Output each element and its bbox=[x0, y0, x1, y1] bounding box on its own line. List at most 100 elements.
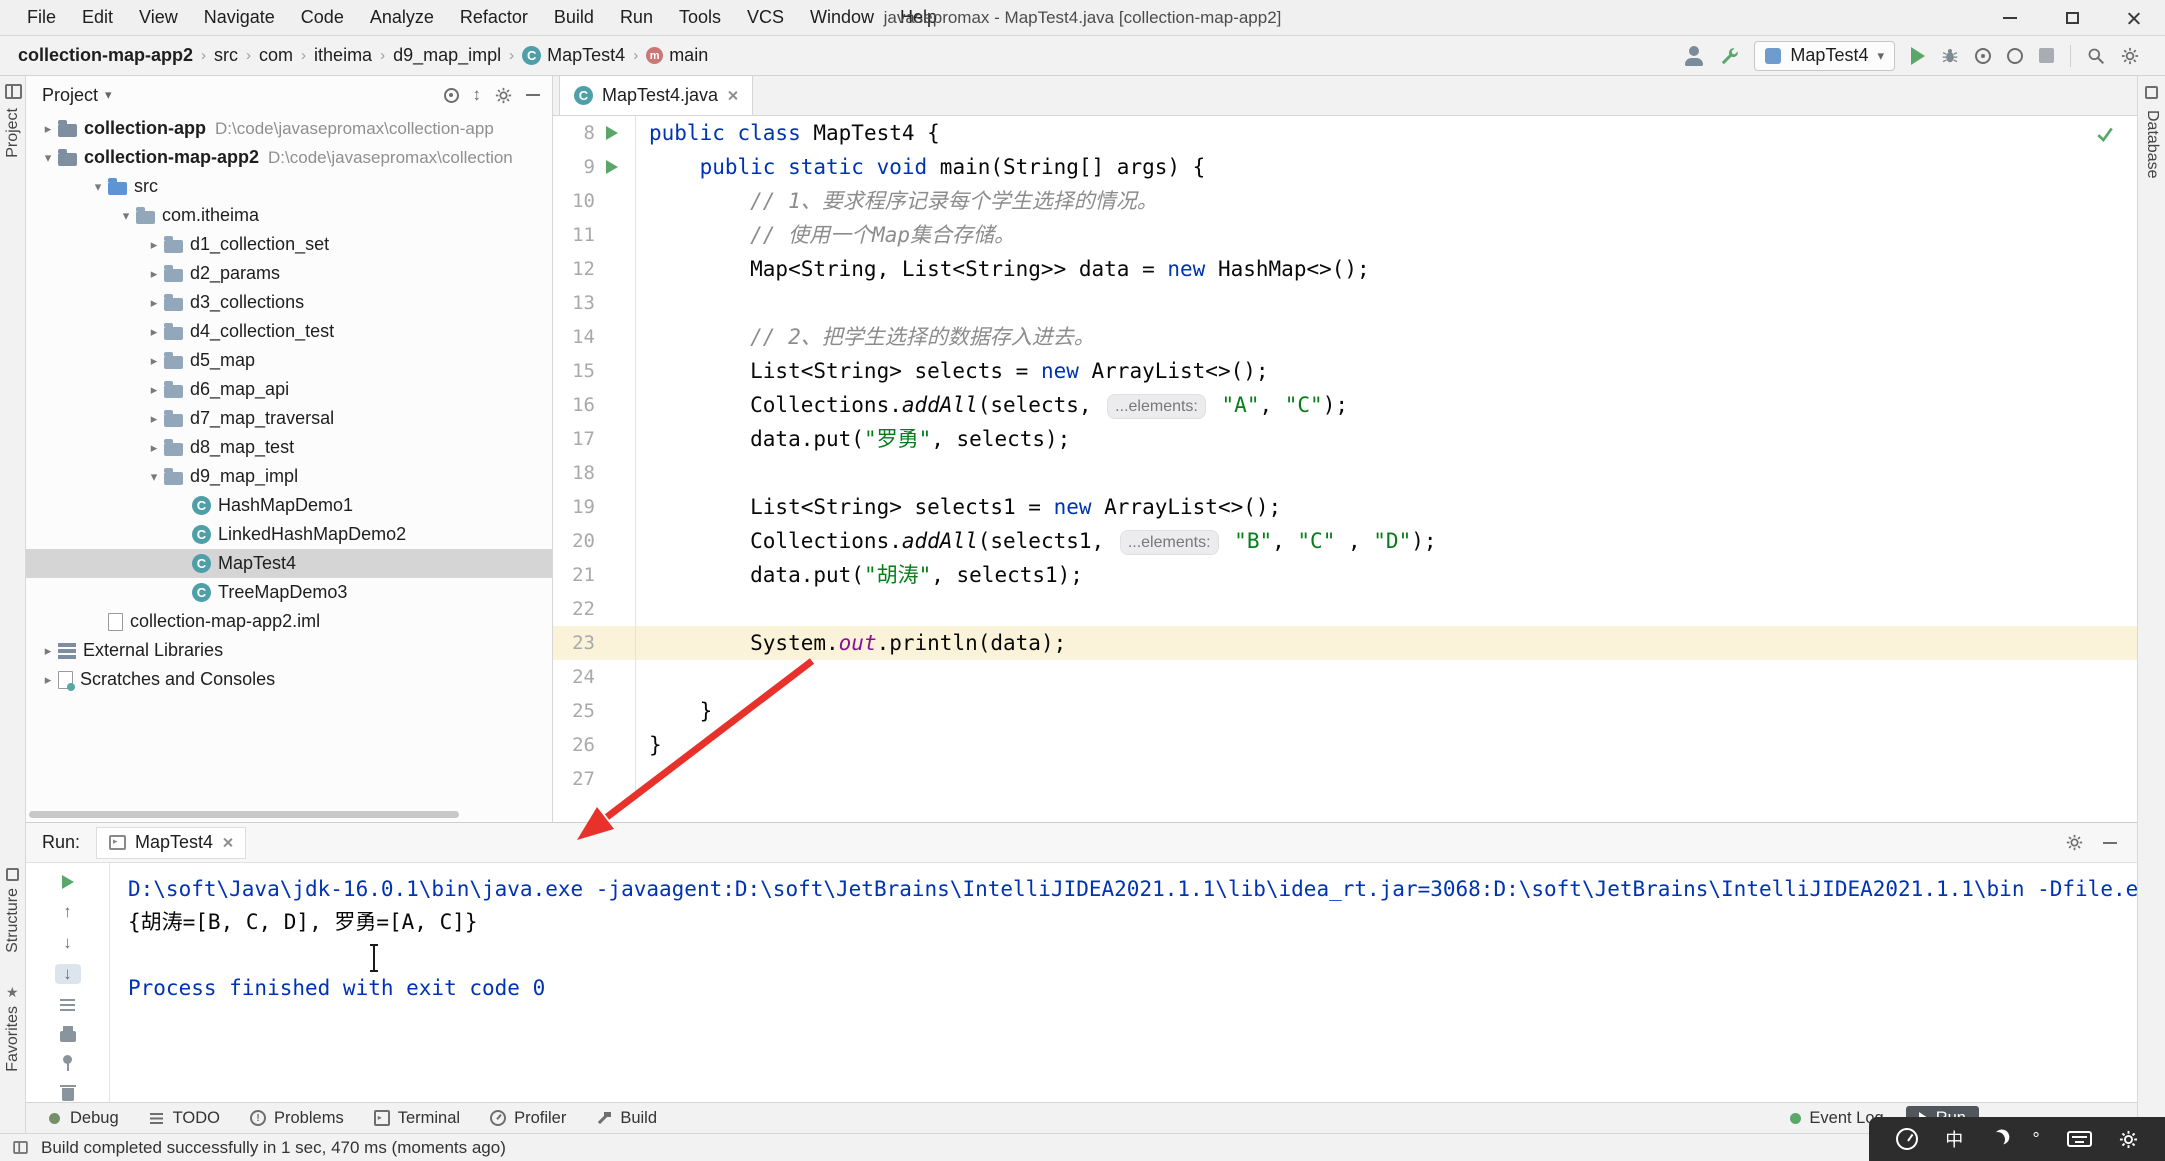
profiler-button[interactable] bbox=[2007, 48, 2023, 64]
tree-item-hashmapdemo1[interactable]: CHashMapDemo1 bbox=[26, 491, 552, 520]
minimize-button[interactable] bbox=[1979, 0, 2041, 35]
chevron-right-icon[interactable]: ▸ bbox=[144, 324, 164, 340]
breadcrumb-d9_map_impl[interactable]: d9_map_impl bbox=[391, 45, 503, 66]
terminal-toolwindow-button[interactable]: Terminal bbox=[374, 1109, 460, 1128]
tree-item-d7_map_traversal[interactable]: ▸d7_map_traversal bbox=[26, 404, 552, 433]
run-gear-icon[interactable] bbox=[2066, 834, 2083, 851]
up-stack-button[interactable]: ↑ bbox=[55, 902, 81, 922]
user-icon[interactable] bbox=[1684, 46, 1704, 66]
wrench-icon[interactable] bbox=[1720, 47, 1738, 65]
stop-button[interactable] bbox=[2039, 48, 2054, 63]
chevron-down-icon[interactable]: ▾ bbox=[38, 150, 58, 166]
menu-file[interactable]: File bbox=[14, 0, 69, 35]
clear-button[interactable] bbox=[55, 1084, 81, 1102]
stripe-structure-button[interactable]: Structure bbox=[4, 888, 22, 953]
code-line-18[interactable]: 18 bbox=[553, 456, 2137, 490]
menu-edit[interactable]: Edit bbox=[69, 0, 126, 35]
chevron-right-icon[interactable]: ▸ bbox=[144, 237, 164, 253]
gauge-icon[interactable] bbox=[1896, 1128, 1918, 1150]
run-line-icon[interactable] bbox=[606, 126, 618, 140]
code-line-15[interactable]: 15 List<String> selects = new ArrayList<… bbox=[553, 354, 2137, 388]
tree-item-collection-map-app2.iml[interactable]: collection-map-app2.iml bbox=[26, 607, 552, 636]
code-line-16[interactable]: 16 Collections.addAll(selects, ...elemen… bbox=[553, 388, 2137, 422]
horizontal-scrollbar[interactable] bbox=[29, 811, 459, 818]
code-line-11[interactable]: 11 // 使用一个Map集合存储。 bbox=[553, 218, 2137, 252]
hide-run-panel-icon[interactable] bbox=[2103, 842, 2117, 844]
tree-item-collection-map-app2[interactable]: ▾collection-map-app2D:\code\javasepromax… bbox=[26, 143, 552, 172]
tree-item-collection-app[interactable]: ▸collection-appD:\code\javasepromax\coll… bbox=[26, 114, 552, 143]
code-line-21[interactable]: 21 data.put("胡涛", selects1); bbox=[553, 558, 2137, 592]
inspections-ok-check-icon[interactable] bbox=[2095, 124, 2115, 149]
tool-window-grid-icon[interactable] bbox=[5, 84, 22, 99]
pin-button[interactable] bbox=[55, 1054, 81, 1072]
chevron-right-icon[interactable]: ▸ bbox=[38, 121, 58, 137]
code-line-13[interactable]: 13 bbox=[553, 286, 2137, 320]
code-line-20[interactable]: 20 Collections.addAll(selects1, ...eleme… bbox=[553, 524, 2137, 558]
menu-run[interactable]: Run bbox=[607, 0, 666, 35]
stripe-database-button[interactable]: Database bbox=[2143, 110, 2161, 179]
tree-item-d2_params[interactable]: ▸d2_params bbox=[26, 259, 552, 288]
profiler-toolwindow-button[interactable]: Profiler bbox=[490, 1109, 566, 1128]
menu-window[interactable]: Window bbox=[797, 0, 887, 35]
tree-item-treemapdemo3[interactable]: CTreeMapDemo3 bbox=[26, 578, 552, 607]
code-line-25[interactable]: 25 } bbox=[553, 694, 2137, 728]
breadcrumb-maptest4[interactable]: CMapTest4 bbox=[520, 45, 627, 66]
tree-item-d1_collection_set[interactable]: ▸d1_collection_set bbox=[26, 230, 552, 259]
code-line-10[interactable]: 10 // 1、要求程序记录每个学生选择的情况。 bbox=[553, 184, 2137, 218]
chevron-right-icon[interactable]: ▸ bbox=[144, 353, 164, 369]
tree-item-com.itheima[interactable]: ▾com.itheima bbox=[26, 201, 552, 230]
debug-button[interactable] bbox=[1941, 47, 1959, 65]
project-panel-title[interactable]: Project bbox=[42, 85, 98, 106]
settings-gear-icon[interactable] bbox=[2121, 47, 2139, 65]
tree-item-src[interactable]: ▾src bbox=[26, 172, 552, 201]
menu-analyze[interactable]: Analyze bbox=[357, 0, 447, 35]
keyboard-icon[interactable] bbox=[2067, 1131, 2092, 1147]
tree-item-d6_map_api[interactable]: ▸d6_map_api bbox=[26, 375, 552, 404]
run-line-icon[interactable] bbox=[606, 160, 618, 174]
code-line-22[interactable]: 22 bbox=[553, 592, 2137, 626]
expand-collapse-icon[interactable]: ↕ bbox=[473, 85, 482, 105]
editor-tab-maptest4[interactable]: C MapTest4.java bbox=[559, 76, 753, 115]
code-line-12[interactable]: 12 Map<String, List<String>> data = new … bbox=[553, 252, 2137, 286]
todo-toolwindow-button[interactable]: TODO bbox=[149, 1109, 220, 1128]
code-line-17[interactable]: 17 data.put("罗勇", selects); bbox=[553, 422, 2137, 456]
run-tab[interactable]: MapTest4 bbox=[96, 827, 246, 859]
tree-item-d8_map_test[interactable]: ▸d8_map_test bbox=[26, 433, 552, 462]
rerun-button[interactable] bbox=[55, 873, 81, 891]
code-line-14[interactable]: 14 // 2、把学生选择的数据存入进去。 bbox=[553, 320, 2137, 354]
code-line-23[interactable]: 23 System.out.println(data); bbox=[553, 626, 2137, 660]
breadcrumb-main[interactable]: mmain bbox=[644, 45, 710, 66]
scroll-to-end-button[interactable]: ↓ bbox=[55, 964, 81, 984]
tree-item-d9_map_impl[interactable]: ▾d9_map_impl bbox=[26, 462, 552, 491]
chevron-down-icon[interactable]: ▾ bbox=[116, 208, 136, 224]
locate-file-icon[interactable] bbox=[444, 88, 459, 103]
punctuation-icon[interactable]: ° bbox=[2032, 1129, 2039, 1150]
tree-item-maptest4[interactable]: CMapTest4 bbox=[26, 549, 552, 578]
stripe-favorites-button[interactable]: Favorites bbox=[4, 1006, 22, 1072]
chevron-right-icon[interactable]: ▸ bbox=[144, 440, 164, 456]
tree-item-d3_collections[interactable]: ▸d3_collections bbox=[26, 288, 552, 317]
breadcrumb-src[interactable]: src bbox=[212, 45, 240, 66]
code-line-26[interactable]: 26} bbox=[553, 728, 2137, 762]
build-toolwindow-button[interactable]: Build bbox=[596, 1109, 657, 1128]
chevron-right-icon[interactable]: ▸ bbox=[144, 295, 164, 311]
menu-code[interactable]: Code bbox=[288, 0, 357, 35]
menu-refactor[interactable]: Refactor bbox=[447, 0, 541, 35]
code-line-8[interactable]: 8public class MapTest4 { bbox=[553, 116, 2137, 150]
maximize-button[interactable] bbox=[2041, 0, 2103, 35]
code-line-9[interactable]: 9 public static void main(String[] args)… bbox=[553, 150, 2137, 184]
problems-toolwindow-button[interactable]: Problems bbox=[250, 1109, 344, 1128]
code-line-27[interactable]: 27 bbox=[553, 762, 2137, 796]
tree-item-d5_map[interactable]: ▸d5_map bbox=[26, 346, 552, 375]
tree-item-scratches and consoles[interactable]: ▸Scratches and Consoles bbox=[26, 665, 552, 694]
chevron-right-icon[interactable]: ▸ bbox=[38, 643, 58, 659]
moon-icon[interactable] bbox=[1988, 1129, 2008, 1149]
menu-view[interactable]: View bbox=[126, 0, 191, 35]
stripe-project-button[interactable]: Project bbox=[4, 108, 22, 158]
close-button[interactable] bbox=[2103, 0, 2165, 35]
chevron-down-icon[interactable]: ▾ bbox=[88, 179, 108, 195]
tree-item-external libraries[interactable]: ▸External Libraries bbox=[26, 636, 552, 665]
chevron-down-icon[interactable]: ▾ bbox=[144, 469, 164, 485]
console-output[interactable]: D:\soft\Java\jdk-16.0.1\bin\java.exe -ja… bbox=[110, 863, 2137, 1102]
gear-icon[interactable] bbox=[2119, 1130, 2138, 1149]
